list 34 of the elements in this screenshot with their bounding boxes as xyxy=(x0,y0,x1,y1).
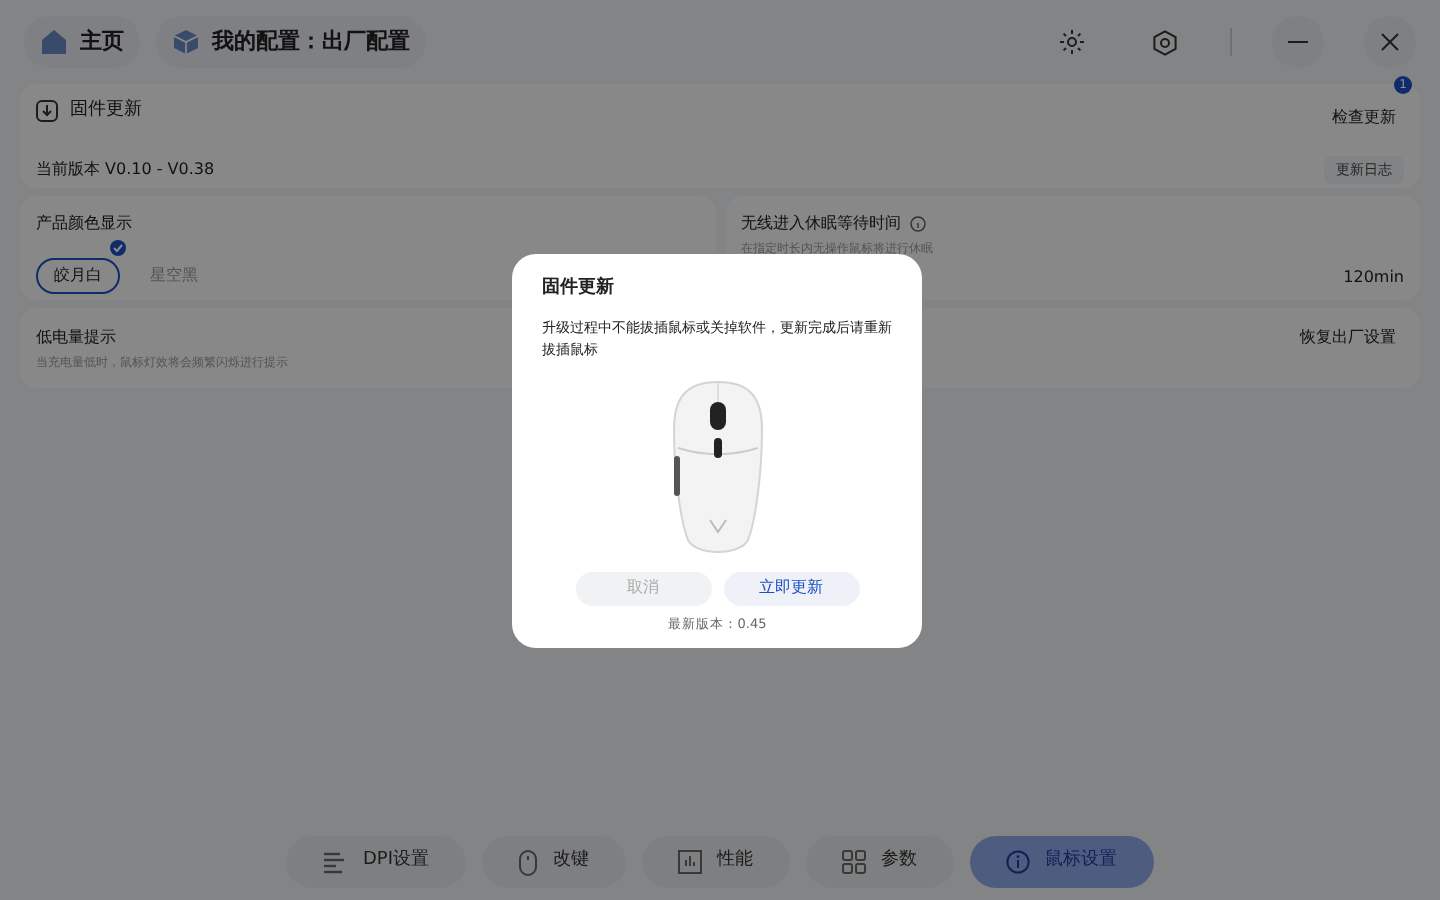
nav-tab[interactable]: DPI设置 xyxy=(286,836,465,888)
dialog-button: 取消 xyxy=(575,571,711,605)
card-title: 产品颜色显示 xyxy=(36,212,134,236)
card-title: 固件更新 xyxy=(70,98,142,124)
close-button[interactable] xyxy=(1364,16,1416,68)
chart-icon xyxy=(677,850,701,874)
info-icon xyxy=(909,216,925,232)
profile-tab[interactable]: 我的配置：出厂配置 xyxy=(156,16,426,68)
grid-icon xyxy=(841,850,865,874)
bars-icon xyxy=(322,850,347,874)
house-icon xyxy=(40,28,68,56)
close-icon xyxy=(1380,32,1400,52)
check-update-button[interactable]: 检查更新 xyxy=(1324,105,1404,130)
card-title: 无线进入休眠等待时间 xyxy=(741,212,901,236)
home-tab[interactable]: 主页 xyxy=(24,16,140,68)
dialog-button[interactable]: 立即更新 xyxy=(723,571,859,605)
settings-icon xyxy=(1151,29,1177,55)
dialog-title: 固件更新 xyxy=(542,276,616,302)
nav-tab[interactable]: 参数 xyxy=(805,836,953,888)
info-icon xyxy=(1005,850,1029,874)
color-option[interactable]: 皎月白 xyxy=(36,258,120,294)
check-badge-icon xyxy=(110,240,126,256)
nav-tab[interactable]: 改键 xyxy=(481,836,625,888)
sun-icon xyxy=(1060,30,1084,54)
nav-tab[interactable]: 性能 xyxy=(641,836,789,888)
sleep-time-reading: 120min xyxy=(1343,266,1404,290)
download-icon xyxy=(36,100,58,123)
reset-button[interactable]: 恢复出厂设置 xyxy=(1292,326,1404,350)
cube-icon xyxy=(172,28,200,56)
mouse-icon xyxy=(517,849,537,875)
minimize-icon xyxy=(1288,40,1308,44)
current-version: 当前版本 V0.10 - V0.38 xyxy=(36,158,215,182)
nav-tab[interactable]: 鼠标设置 xyxy=(969,836,1153,888)
card-title: 低电量提示 xyxy=(36,326,118,350)
